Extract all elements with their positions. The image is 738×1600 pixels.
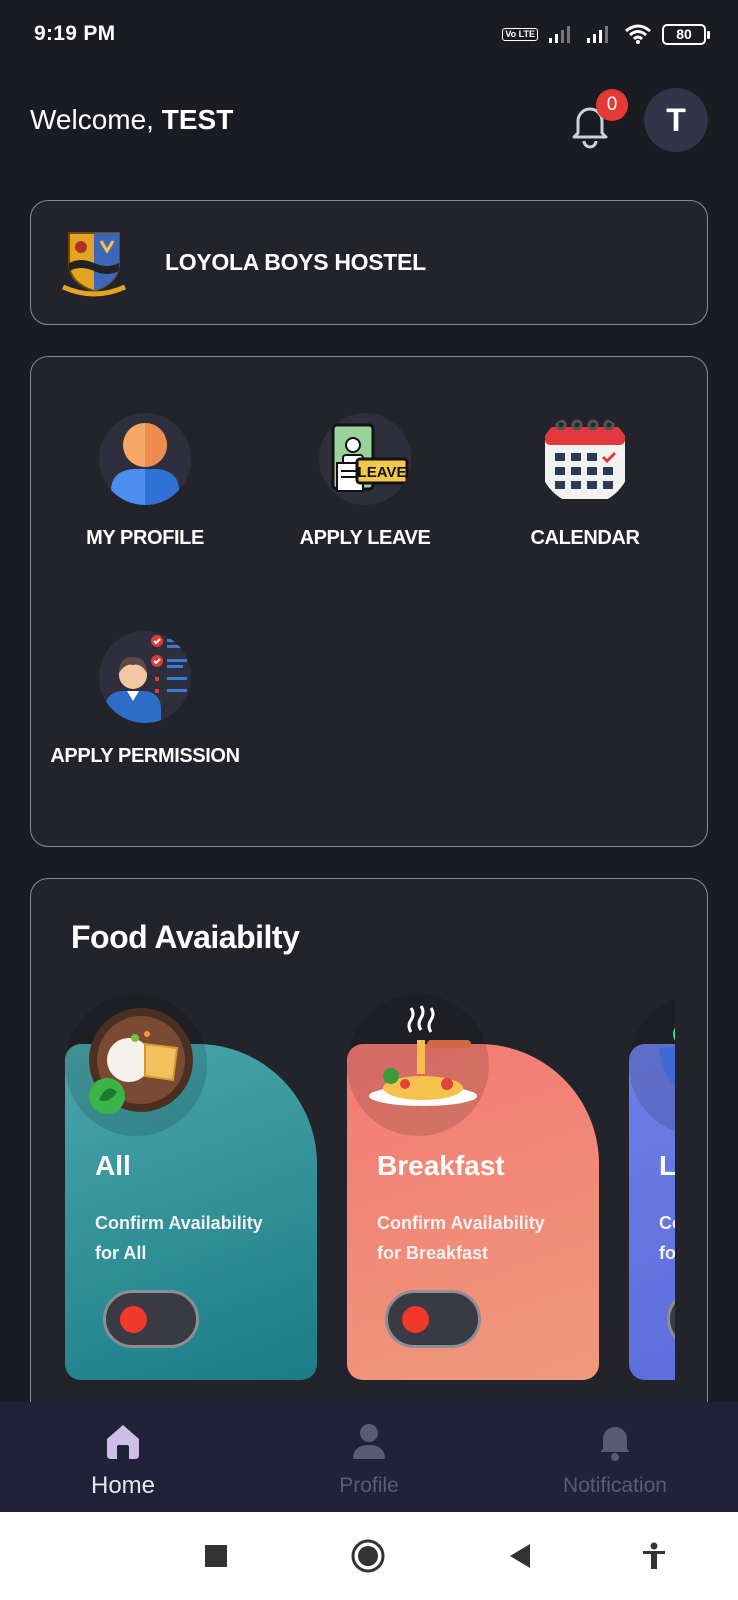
nav-label-profile: Profile — [339, 1474, 399, 1497]
food-tile-lunch[interactable]: Lu Con for l — [629, 994, 675, 1380]
hostel-crest-logo — [61, 231, 127, 296]
welcome-prefix: Welcome, — [30, 104, 162, 135]
system-navigation-bar — [0, 1512, 738, 1600]
food-tile-all-description: Confirm Availability for All — [95, 1208, 305, 1268]
home-system-button[interactable] — [338, 1512, 398, 1600]
welcome-text: Welcome, TEST — [30, 104, 233, 136]
food-availability-card: Food Avaiabilty All Confirm Availability… — [30, 878, 708, 1418]
toggle-knob — [402, 1306, 429, 1333]
hostel-card[interactable]: LOYOLA BOYS HOSTEL — [30, 200, 708, 325]
accessibility-icon — [643, 1542, 665, 1569]
food-toggle-lunch[interactable] — [667, 1290, 675, 1348]
pasta-plate-icon — [369, 1005, 477, 1106]
food-tile-all-name: All — [95, 1150, 131, 1181]
nav-item-profile[interactable]: Profile — [246, 1402, 492, 1512]
menu-label-apply-leave: APPLY LEAVE — [299, 527, 431, 549]
calendar-icon — [539, 413, 631, 505]
food-tile-all-desc-line2: for All — [95, 1243, 147, 1263]
status-time: 9:19 PM — [34, 22, 116, 45]
quick-actions-card: MY PROFILE LEAVE APPLY LEAVE CALENDAR AP… — [30, 356, 708, 847]
avatar[interactable]: T — [644, 88, 708, 152]
food-tile-breakfast-desc-line2: for Breakfast — [377, 1243, 489, 1263]
signal-icon-2 — [587, 26, 608, 43]
battery-indicator: 80 — [662, 23, 710, 45]
food-tile-breakfast-description: Confirm Availability for Breakfast — [377, 1208, 587, 1268]
circle-icon — [351, 1539, 385, 1573]
menu-label-my-profile: MY PROFILE — [86, 527, 204, 549]
wifi-icon — [625, 24, 651, 44]
permission-icon — [99, 631, 191, 723]
food-tile-breakfast-desc-line1: Confirm Availability — [377, 1213, 545, 1233]
leave-icon-text: LEAVE — [358, 464, 407, 481]
food-tile-all[interactable]: All Confirm Availability for All — [65, 994, 317, 1380]
back-triangle-icon — [510, 1544, 530, 1568]
header: Welcome, TEST 0 T — [30, 84, 708, 156]
food-tile-lunch-description: Con for l — [659, 1208, 675, 1268]
notification-badge: 0 — [596, 89, 628, 121]
volte-icon: Vo LTE — [502, 27, 538, 41]
nav-item-home[interactable]: Home — [0, 1402, 246, 1512]
menu-item-my-profile[interactable]: MY PROFILE — [35, 413, 255, 550]
nav-label-notification: Notification — [563, 1474, 667, 1497]
menu-label-calendar: CALENDAR — [530, 527, 640, 549]
signal-icon — [549, 26, 570, 43]
status-bar: 9:19 PM Vo LTE 80 — [0, 0, 738, 68]
leave-icon: LEAVE — [319, 413, 411, 505]
food-tile-lunch-name: Lu — [659, 1150, 675, 1181]
menu-item-apply-leave[interactable]: LEAVE APPLY LEAVE — [255, 413, 475, 550]
home-icon — [102, 1420, 144, 1462]
food-tiles-scroller[interactable]: All Confirm Availability for All Breakfa… — [65, 994, 675, 1394]
menu-label-apply-permission: APPLY PERMISSION — [50, 745, 240, 767]
recents-button[interactable] — [186, 1512, 246, 1600]
food-tile-breakfast[interactable]: Breakfast Confirm Availability for Break… — [347, 994, 599, 1380]
accessibility-button[interactable] — [624, 1512, 684, 1600]
profile-icon — [99, 413, 191, 505]
back-button[interactable] — [490, 1512, 550, 1600]
food-availability-title: Food Avaiabilty — [71, 919, 300, 955]
nav-label-home: Home — [90, 1472, 156, 1499]
menu-item-apply-permission[interactable]: APPLY PERMISSION — [35, 631, 255, 768]
user-name: TEST — [161, 104, 234, 135]
status-icons: Vo LTE 80 — [502, 23, 710, 45]
bottom-navigation: Home Profile Notification — [0, 1402, 738, 1512]
menu-item-calendar[interactable]: CALENDAR — [475, 413, 695, 550]
salad-bowl-icon — [659, 1027, 675, 1087]
food-toggle-breakfast[interactable] — [385, 1290, 481, 1348]
food-tile-lunch-desc-line1: Con — [659, 1213, 675, 1233]
hostel-name: LOYOLA BOYS HOSTEL — [165, 249, 426, 275]
nav-item-notification[interactable]: Notification — [492, 1402, 738, 1512]
meal-plate-icon — [89, 1008, 193, 1114]
food-tile-all-desc-line1: Confirm Availability — [95, 1213, 263, 1233]
bell-icon — [594, 1420, 636, 1462]
notification-bell-button[interactable]: 0 — [568, 89, 628, 149]
food-toggle-all[interactable] — [103, 1290, 199, 1348]
food-tile-breakfast-name: Breakfast — [377, 1150, 505, 1181]
person-icon — [348, 1420, 390, 1462]
toggle-knob — [120, 1306, 147, 1333]
square-icon — [205, 1545, 227, 1567]
food-tile-lunch-desc-line2: for l — [659, 1243, 675, 1263]
